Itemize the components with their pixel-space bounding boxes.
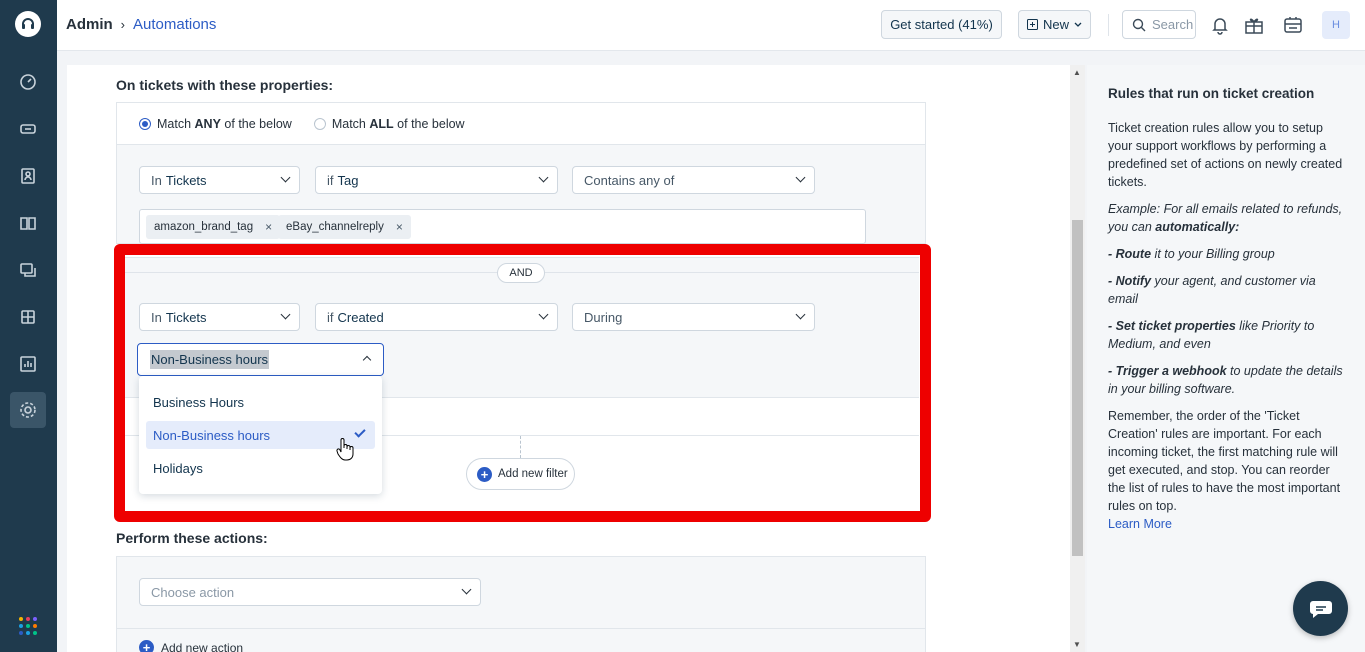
reports-icon[interactable] bbox=[10, 346, 46, 382]
avatar[interactable]: H bbox=[1322, 11, 1350, 39]
help-example: Example: For all emails related to refun… bbox=[1108, 202, 1343, 234]
chevron-down-icon bbox=[1074, 22, 1082, 27]
select-value: Tickets bbox=[165, 172, 207, 188]
help-title: Rules that run on ticket creation bbox=[1108, 86, 1315, 101]
radio-selected-icon bbox=[139, 117, 151, 130]
highlight-frame bbox=[114, 244, 931, 522]
logo-icon[interactable] bbox=[15, 11, 41, 37]
knowledge-base-icon[interactable] bbox=[10, 205, 46, 241]
add-action-label: Add new action bbox=[161, 640, 244, 652]
search-input[interactable]: Search bbox=[1122, 10, 1196, 39]
apps-grid-icon[interactable] bbox=[19, 617, 37, 635]
condition-1-operator-select[interactable]: Contains any of bbox=[572, 166, 815, 194]
select-prefix: In bbox=[151, 172, 162, 188]
help-bullet-route: - Route it to your Billing group bbox=[1108, 247, 1275, 261]
learn-more-link[interactable]: Learn More bbox=[1108, 515, 1344, 533]
match-all-radio[interactable]: Match ALL of the below bbox=[313, 116, 465, 131]
forums-icon[interactable] bbox=[10, 299, 46, 335]
scroll-up-icon[interactable]: ▲ bbox=[1073, 68, 1081, 77]
scroll-thumb[interactable] bbox=[1072, 220, 1083, 556]
tag-chip: amazon_brand_tag × bbox=[146, 215, 281, 239]
header-divider bbox=[1108, 14, 1109, 36]
condition-1-field-select[interactable]: if Tag bbox=[315, 166, 558, 194]
breadcrumb-automations[interactable]: Automations bbox=[133, 16, 216, 33]
help-remember: Remember, the order of the 'Ticket Creat… bbox=[1108, 409, 1341, 513]
breadcrumb-separator: › bbox=[120, 17, 126, 32]
main-scrollbar[interactable]: ▲ ▼ bbox=[1070, 65, 1085, 652]
scroll-down-icon[interactable]: ▼ bbox=[1073, 640, 1081, 649]
select-value: Tag bbox=[337, 172, 359, 188]
contacts-icon[interactable] bbox=[10, 158, 46, 194]
gift-icon[interactable] bbox=[1243, 14, 1265, 36]
divider bbox=[116, 628, 926, 629]
match-all-label: Match ALL of the below bbox=[331, 116, 465, 131]
plus-circle-icon: + bbox=[139, 640, 154, 652]
new-button[interactable]: New bbox=[1018, 10, 1091, 39]
breadcrumb-admin[interactable]: Admin bbox=[66, 16, 113, 33]
search-placeholder: Search bbox=[1152, 17, 1194, 32]
select-value: Contains any of bbox=[584, 172, 675, 188]
get-started-button[interactable]: Get started (41%) bbox=[881, 10, 1002, 39]
choose-action-select[interactable]: Choose action bbox=[139, 578, 481, 606]
tag-remove-icon[interactable]: × bbox=[265, 220, 272, 234]
select-prefix: if bbox=[327, 172, 334, 188]
conversations-icon[interactable] bbox=[10, 252, 46, 288]
match-any-label: Match ANY of the below bbox=[157, 116, 292, 131]
chat-bubble-icon bbox=[1309, 600, 1332, 618]
tag-input[interactable]: amazon_brand_tag × eBay_channelreply × bbox=[139, 209, 866, 244]
search-icon bbox=[1132, 18, 1146, 31]
help-intro: Ticket creation rules allow you to setup… bbox=[1108, 121, 1343, 189]
tag-remove-icon[interactable]: × bbox=[396, 220, 403, 234]
breadcrumb: Admin › Automations bbox=[66, 16, 216, 33]
match-any-radio[interactable]: Match ANY of the below bbox=[139, 117, 292, 131]
sidebar bbox=[0, 0, 57, 652]
help-bullet-notify: - Notify your agent, and customer via em… bbox=[1108, 274, 1316, 306]
chat-launcher-button[interactable] bbox=[1293, 581, 1348, 636]
help-bullet-properties: - Set ticket properties like Priority to… bbox=[1108, 319, 1315, 351]
add-new-action-button[interactable]: + Add new action bbox=[139, 640, 243, 652]
apps-icon[interactable] bbox=[1282, 14, 1304, 36]
notification-bell-icon[interactable] bbox=[1209, 14, 1231, 36]
radio-unselected-icon bbox=[313, 117, 326, 130]
plus-square-icon bbox=[1026, 19, 1038, 30]
new-button-label: New bbox=[1042, 17, 1069, 32]
tag-label: amazon_brand_tag bbox=[154, 221, 254, 233]
tag-chip: eBay_channelreply × bbox=[278, 215, 411, 239]
top-header: Admin › Automations Get started (41%) Ne… bbox=[57, 0, 1365, 51]
conditions-title: On tickets with these properties: bbox=[116, 77, 334, 93]
condition-1-entity-select[interactable]: In Tickets bbox=[139, 166, 300, 194]
tickets-icon[interactable] bbox=[10, 111, 46, 147]
match-mode-row: Match ANY of the below Match ALL of the … bbox=[116, 102, 926, 144]
dashboard-icon[interactable] bbox=[10, 64, 46, 100]
select-placeholder: Choose action bbox=[151, 584, 235, 600]
tag-label: eBay_channelreply bbox=[286, 221, 384, 233]
actions-title: Perform these actions: bbox=[116, 530, 268, 546]
admin-gear-icon[interactable] bbox=[10, 392, 46, 428]
chevron-down-icon bbox=[538, 172, 549, 183]
help-panel: Rules that run on ticket creation Ticket… bbox=[1087, 65, 1365, 652]
help-bullet-webhook: - Trigger a webhook to update the detail… bbox=[1108, 364, 1343, 396]
chevron-down-icon bbox=[461, 584, 472, 595]
chevron-down-icon bbox=[280, 172, 291, 183]
chevron-down-icon bbox=[795, 172, 806, 183]
